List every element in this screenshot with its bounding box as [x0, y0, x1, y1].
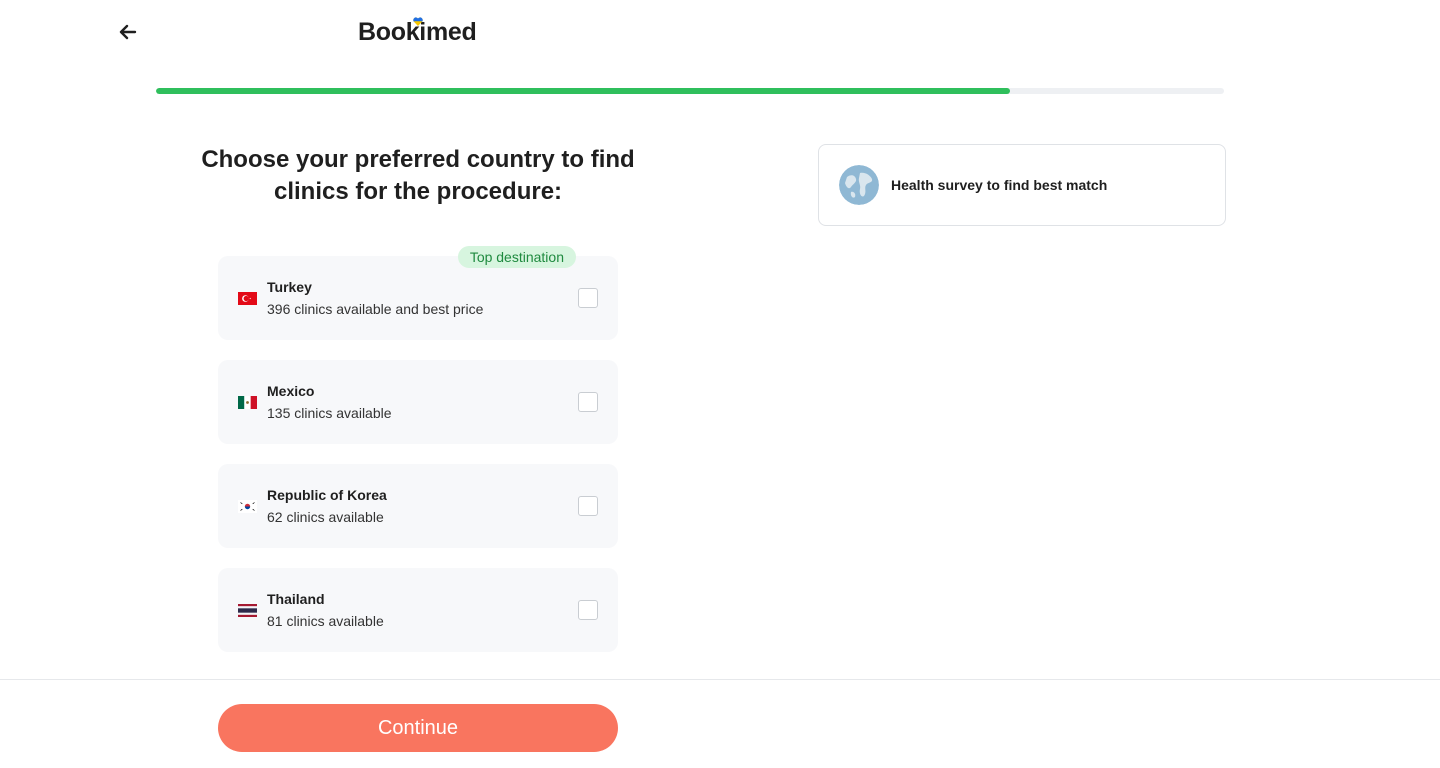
top-destination-badge: Top destination [457, 246, 576, 268]
page: Bookimed Choose your preferred country t… [0, 0, 1440, 768]
country-option-thailand[interactable]: Thailand 81 clinics available [218, 568, 618, 652]
health-survey-card[interactable]: Health survey to find best match [818, 144, 1226, 226]
progress-bar [156, 88, 1224, 94]
country-name: Thailand [267, 591, 325, 607]
survey-label: Health survey to find best match [891, 177, 1108, 193]
country-checkbox[interactable] [578, 392, 598, 412]
country-options: Top destination Turkey 396 clinics avail… [218, 246, 618, 672]
thailand-flag-icon [238, 603, 257, 617]
option-text: Turkey 396 clinics available and best pr… [267, 276, 578, 320]
footer: Continue [0, 679, 1440, 768]
continue-button[interactable]: Continue [218, 704, 618, 752]
clinics-count: 135 clinics available [267, 405, 392, 421]
country-option-turkey[interactable]: Top destination Turkey 396 clinics avail… [218, 246, 618, 340]
country-option-korea[interactable]: Republic of Korea 62 clinics available [218, 464, 618, 548]
clinics-count: 396 clinics available and best price [267, 301, 484, 317]
turkey-flag-icon [238, 291, 257, 305]
option-text: Mexico 135 clinics available [267, 380, 578, 424]
arrow-left-icon [119, 24, 137, 40]
clinics-count: 81 clinics available [267, 613, 384, 629]
country-name: Republic of Korea [267, 487, 387, 503]
country-option-mexico[interactable]: Mexico 135 clinics available [218, 360, 618, 444]
option-text: Republic of Korea 62 clinics available [267, 484, 578, 528]
country-checkbox[interactable] [578, 288, 598, 308]
country-checkbox[interactable] [578, 600, 598, 620]
option-text: Thailand 81 clinics available [267, 588, 578, 632]
country-checkbox[interactable] [578, 496, 598, 516]
country-name: Mexico [267, 383, 315, 399]
globe-icon [839, 165, 879, 205]
clinics-count: 62 clinics available [267, 509, 384, 525]
page-title: Choose your preferred country to find cl… [201, 146, 635, 205]
country-name: Turkey [267, 279, 312, 295]
back-button[interactable] [116, 20, 140, 44]
heart-icon [413, 17, 423, 26]
korea-flag-icon [238, 499, 257, 513]
progress-fill [156, 88, 1011, 94]
bookimed-logo[interactable]: Bookimed [358, 17, 477, 48]
mexico-flag-icon [238, 395, 257, 409]
